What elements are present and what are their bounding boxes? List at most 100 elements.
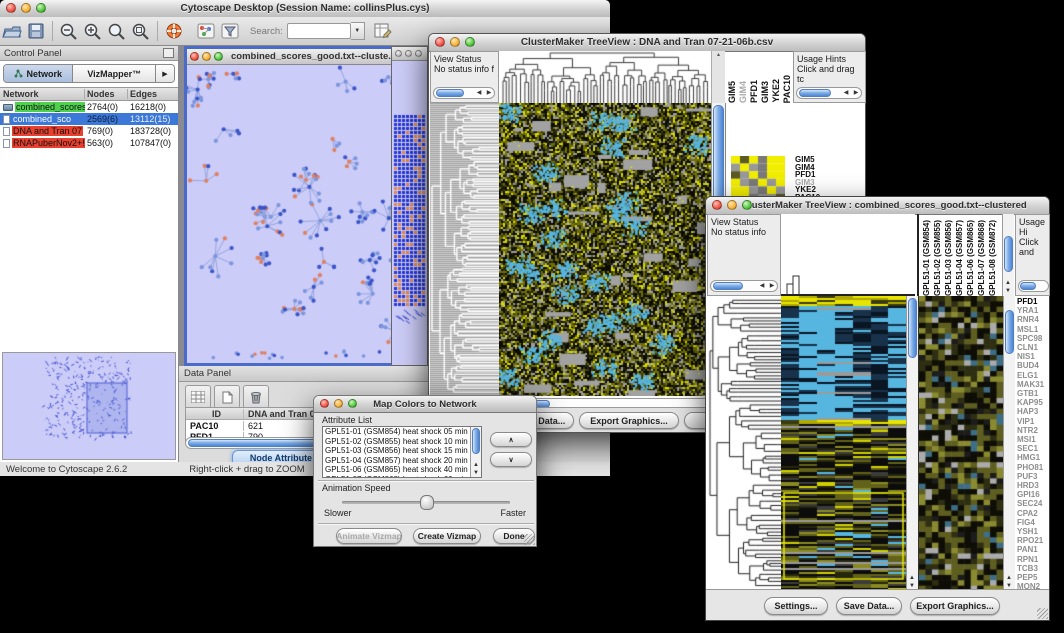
scroll-up-icon[interactable]: ▲ bbox=[907, 575, 917, 581]
gene-label[interactable]: PEP5 bbox=[1017, 573, 1050, 582]
minimize-icon[interactable] bbox=[21, 3, 31, 13]
scroll-down-icon[interactable]: ▼ bbox=[1003, 288, 1013, 294]
gene-label[interactable]: NIS1 bbox=[1017, 352, 1050, 361]
create-vizmap-button[interactable]: Create Vizmap bbox=[413, 528, 481, 544]
scroll-left-icon[interactable]: ◀ bbox=[757, 283, 767, 289]
birds-eye-view[interactable] bbox=[2, 352, 176, 460]
scroll-right-icon[interactable]: ▶ bbox=[767, 283, 777, 289]
attribute-list-item[interactable]: GPL51-07 (GSM868) heat shock 60 min bbox=[323, 475, 469, 479]
close-icon[interactable] bbox=[395, 50, 402, 57]
attribute-list-item[interactable]: GPL51-01 (GSM854) heat shock 05 min bbox=[323, 427, 469, 437]
gene-label[interactable]: FIG4 bbox=[1017, 518, 1050, 527]
scroll-down-icon[interactable]: ▼ bbox=[471, 470, 481, 476]
column-label[interactable]: GIM4 bbox=[738, 81, 749, 103]
minimize-icon[interactable] bbox=[450, 37, 460, 47]
gene-label[interactable]: YRA1 bbox=[1017, 306, 1050, 315]
id-column-header[interactable]: ID bbox=[186, 409, 244, 419]
network-view-2-titlebar[interactable] bbox=[392, 47, 427, 61]
resize-grip[interactable] bbox=[1037, 608, 1048, 619]
row-labels[interactable]: GIM5GIM4PFD1GIM3YKE2PAC10 bbox=[795, 156, 865, 202]
column-label[interactable]: GIM3 bbox=[760, 81, 771, 103]
column-label[interactable]: GPL51-06 (GSM865) bbox=[965, 220, 976, 296]
open-session-button[interactable] bbox=[0, 20, 24, 42]
gene-label[interactable]: SPC98 bbox=[1017, 334, 1050, 343]
tab-overflow-button[interactable]: ▶ bbox=[156, 65, 174, 82]
close-icon[interactable] bbox=[320, 399, 329, 408]
filter-icon[interactable] bbox=[218, 20, 242, 42]
move-up-button[interactable]: ∧ bbox=[490, 432, 532, 447]
zoom-heatmap-scrollbar[interactable]: ▲ ▼ bbox=[1003, 296, 1015, 591]
gene-list[interactable]: PFD1YRA1RNR4MSL1SPC98CLN1NIS1BUD4ELG1MAK… bbox=[1017, 297, 1050, 591]
resize-grip[interactable] bbox=[524, 534, 535, 545]
column-labels[interactable]: GIM5GIM4PFD1GIM3YKE2PAC10 bbox=[727, 51, 793, 105]
row-dendrogram[interactable] bbox=[430, 103, 499, 396]
attribute-browser-icon[interactable] bbox=[371, 20, 395, 42]
column-label[interactable]: YKE2 bbox=[771, 79, 782, 103]
search-dropdown-button[interactable]: ▼ bbox=[351, 22, 365, 40]
zoom-out-icon[interactable] bbox=[57, 20, 81, 42]
column-label[interactable]: GPL51-04 (GSM857) bbox=[954, 220, 965, 296]
gene-label[interactable]: KAP95 bbox=[1017, 398, 1050, 407]
zoom-window-icon[interactable] bbox=[415, 50, 422, 57]
close-icon[interactable] bbox=[435, 37, 445, 47]
gene-label[interactable]: NTR2 bbox=[1017, 426, 1050, 435]
usage-hints-scrollbar[interactable] bbox=[1018, 280, 1049, 292]
gene-label[interactable]: GTB1 bbox=[1017, 389, 1050, 398]
view-status-scrollbar[interactable]: ◀ ▶ bbox=[710, 280, 778, 292]
scroll-up-icon[interactable]: ▲ bbox=[1003, 280, 1013, 286]
gene-label[interactable]: MAK31 bbox=[1017, 380, 1050, 389]
save-data-button[interactable]: Save Data... bbox=[836, 597, 902, 615]
gene-label[interactable]: RPN1 bbox=[1017, 555, 1050, 564]
column-dendrogram[interactable] bbox=[499, 51, 711, 105]
network-row[interactable]: combined_scores 2764(0) 16218(0) bbox=[0, 101, 178, 113]
column-label[interactable]: GPL51-02 (GSM855) bbox=[932, 220, 943, 296]
column-labels[interactable]: GPL51-01 (GSM854)GPL51-02 (GSM855) GPL51-… bbox=[917, 214, 1006, 298]
gene-label[interactable]: RPO21 bbox=[1017, 536, 1050, 545]
heatmap-canvas[interactable] bbox=[781, 296, 906, 591]
scroll-left-icon[interactable]: ◀ bbox=[474, 90, 484, 96]
zoom-in-icon[interactable] bbox=[81, 20, 105, 42]
gene-label[interactable]: SEC24 bbox=[1017, 499, 1050, 508]
export-graphics-button[interactable]: Export Graphics... bbox=[910, 597, 1000, 615]
network-row[interactable]: combined_sco 2569(6) 13112(15) bbox=[0, 113, 178, 125]
save-session-button[interactable] bbox=[24, 20, 48, 42]
zoom-window-icon[interactable] bbox=[36, 3, 46, 13]
gene-label[interactable]: CPA2 bbox=[1017, 509, 1050, 518]
network-row[interactable]: RNAPuberNov2+! 563(0) 107847(0) bbox=[0, 137, 178, 149]
treeview-combined-titlebar[interactable]: ClusterMaker TreeView : combined_scores_… bbox=[706, 197, 1049, 215]
tab-network[interactable]: Network bbox=[4, 65, 73, 82]
column-label[interactable]: GIM5 bbox=[727, 81, 738, 103]
zoom-selected-icon[interactable] bbox=[105, 20, 129, 42]
column-label[interactable]: GPL51-01 (GSM854) bbox=[921, 220, 932, 296]
zoom-window-icon[interactable] bbox=[465, 37, 475, 47]
column-label[interactable]: GPL51-08 (GSM872) bbox=[987, 220, 998, 296]
zoom-fit-icon[interactable] bbox=[129, 20, 153, 42]
network-row[interactable]: DNA and Tran 07 769(0) 183728(0) bbox=[0, 125, 178, 137]
attribute-list-item[interactable]: GPL51-06 (GSM865) heat shock 40 min bbox=[323, 465, 469, 475]
zoom-window-icon[interactable] bbox=[214, 52, 223, 61]
zoom-window-icon[interactable] bbox=[742, 200, 752, 210]
gene-label[interactable]: VIP1 bbox=[1017, 417, 1050, 426]
search-input[interactable] bbox=[287, 23, 351, 39]
column-labels-scrollbar[interactable]: ▲ ▼ bbox=[1002, 214, 1014, 296]
gene-label[interactable]: SEC1 bbox=[1017, 444, 1050, 453]
attribute-list-item[interactable]: GPL51-03 (GSM856) heat shock 15 min bbox=[323, 446, 469, 456]
gene-label[interactable]: YSH1 bbox=[1017, 527, 1050, 536]
gene-label[interactable]: RNR4 bbox=[1017, 315, 1050, 324]
zoom-heatmap-canvas[interactable] bbox=[918, 296, 1003, 591]
treeview-dna-titlebar[interactable]: ClusterMaker TreeView : DNA and Tran 07-… bbox=[429, 34, 865, 52]
minimize-icon[interactable] bbox=[405, 50, 412, 57]
network-canvas-2[interactable] bbox=[392, 61, 427, 366]
minimize-icon[interactable] bbox=[334, 399, 343, 408]
scroll-right-icon[interactable]: ▶ bbox=[851, 90, 861, 96]
row-dendrogram[interactable] bbox=[707, 296, 781, 591]
dialog-titlebar[interactable]: Map Colors to Network bbox=[314, 396, 536, 413]
usage-hints-scrollbar[interactable]: ◀ ▶ bbox=[796, 87, 862, 99]
network-table-header[interactable]: Network Nodes Edges bbox=[0, 87, 178, 101]
gene-label[interactable]: TCB3 bbox=[1017, 564, 1050, 573]
column-dendrogram-area[interactable] bbox=[781, 214, 915, 296]
speed-slider-thumb[interactable] bbox=[420, 495, 434, 510]
scroll-right-icon[interactable]: ▶ bbox=[484, 90, 494, 96]
main-titlebar[interactable]: Cytoscape Desktop (Session Name: collins… bbox=[0, 0, 610, 18]
gene-label[interactable]: CLN1 bbox=[1017, 343, 1050, 352]
